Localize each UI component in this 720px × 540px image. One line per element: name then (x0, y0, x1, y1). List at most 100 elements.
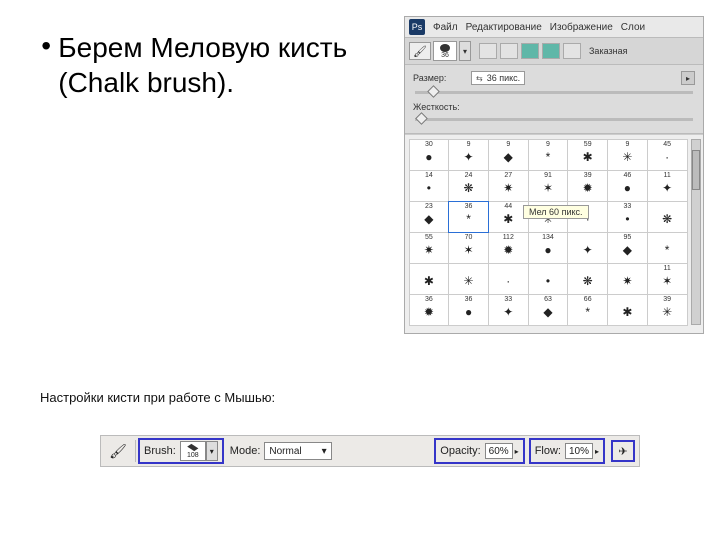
brush-cell[interactable]: 36✹ (409, 294, 450, 326)
flow-field[interactable]: 10% (565, 443, 593, 459)
opacity-field[interactable]: 60% (485, 443, 513, 459)
brush-cell[interactable]: ✷ (607, 263, 648, 295)
opacity-label: Opacity: (440, 445, 480, 457)
opacity-group[interactable]: Opacity: 60% ▸ (434, 438, 524, 464)
brush-cell[interactable]: 9✳ (607, 139, 648, 171)
brush-cell-shape-icon: • (539, 273, 557, 289)
size-slider-knob[interactable] (427, 85, 440, 98)
menu-image[interactable]: Изображение (550, 22, 613, 33)
opacity-arrow-icon[interactable]: ▸ (515, 447, 519, 456)
brush-cell[interactable]: ✱ (409, 263, 450, 295)
brush-cell-shape-icon: ● (460, 304, 478, 320)
scrollbar[interactable] (691, 139, 701, 325)
brush-cell[interactable]: 39✹ (567, 170, 608, 202)
brush-cell[interactable]: 9✦ (448, 139, 489, 171)
brush-cell[interactable]: 36* (448, 201, 489, 233)
brush-thumb[interactable]: 108 (180, 441, 206, 461)
settings-caption: Настройки кисти при работе с Мышью: (40, 390, 275, 405)
brush-cell-number: 44 (504, 202, 512, 211)
airbrush-toggle-icon[interactable]: ✈ (611, 440, 635, 462)
brush-cell[interactable]: 63◆ (528, 294, 569, 326)
menubar: Ps Файл Редактирование Изображение Слои (405, 17, 703, 38)
brush-cell-shape-icon: ✦ (460, 149, 478, 165)
brush-cell[interactable]: ✦ (567, 232, 608, 264)
brush-preset-thumb[interactable]: 36 (433, 41, 457, 61)
panel-menu-icon[interactable]: ▸ (681, 71, 695, 85)
brush-cell-shape-icon: ❋ (579, 273, 597, 289)
brush-cell[interactable]: 11✦ (647, 170, 688, 202)
flow-group[interactable]: Flow: 10% ▸ (529, 438, 605, 464)
brush-cell[interactable]: 24❋ (448, 170, 489, 202)
brush-cell[interactable]: 39✳ (647, 294, 688, 326)
brush-cell[interactable]: 45· (647, 139, 688, 171)
menu-file[interactable]: Файл (433, 22, 458, 33)
brush-cell[interactable]: 14• (409, 170, 450, 202)
brush-cell-shape-icon: ● (618, 180, 636, 196)
brush-preset-size: 36 (441, 52, 449, 59)
brush-cell-number: 9 (467, 140, 471, 149)
scroll-thumb[interactable] (692, 150, 700, 190)
brush-cell[interactable]: 70✶ (448, 232, 489, 264)
brush-cell-number: 24 (465, 171, 473, 180)
brush-cell-shape-icon: ✹ (579, 180, 597, 196)
hardness-slider-knob[interactable] (415, 112, 428, 125)
brush-cell-shape-icon: • (420, 180, 438, 196)
brush-cell-shape-icon: ✶ (658, 273, 676, 289)
flow-arrow-icon[interactable]: ▸ (595, 447, 599, 456)
brush-cell[interactable]: 134● (528, 232, 569, 264)
size-field[interactable]: ⇆ 36 пикс. (471, 71, 525, 85)
brush-cell-shape-icon: ✶ (460, 242, 478, 258)
brush-cell[interactable]: 112✹ (488, 232, 529, 264)
brush-cell[interactable]: 46● (607, 170, 648, 202)
toolbar-icon-4[interactable] (542, 43, 560, 59)
menu-layers[interactable]: Слои (621, 22, 645, 33)
brush-cell-number: 91 (544, 171, 552, 180)
brush-cell[interactable]: 30● (409, 139, 450, 171)
brush-cell[interactable]: ✳ (448, 263, 489, 295)
brush-cell-shape-icon: • (618, 211, 636, 227)
brush-cell-number: 23 (425, 202, 433, 211)
brush-cell[interactable]: 91✶ (528, 170, 569, 202)
brush-cell[interactable]: 33✦ (488, 294, 529, 326)
brush-cell[interactable]: 33• (607, 201, 648, 233)
brush-cell[interactable]: ❋ (647, 201, 688, 233)
brush-cell[interactable]: 36● (448, 294, 489, 326)
brush-cell[interactable]: 27✷ (488, 170, 529, 202)
mode-select[interactable]: Normal ▾ (264, 442, 331, 460)
brush-cell-shape-icon: ◆ (539, 304, 557, 320)
brush-cell-shape-icon: * (579, 304, 597, 320)
menu-edit[interactable]: Редактирование (466, 22, 542, 33)
brush-cell-shape-icon: ✱ (618, 304, 636, 320)
brush-cell[interactable]: 9* (528, 139, 569, 171)
brush-cell[interactable]: * (647, 232, 688, 264)
brush-cell[interactable]: 11✶ (647, 263, 688, 295)
brush-cell[interactable]: ❋ (567, 263, 608, 295)
brush-cell[interactable]: 95◆ (607, 232, 648, 264)
brush-cell[interactable]: • (528, 263, 569, 295)
brush-cell-number: 63 (544, 295, 552, 304)
brush-cell-number: 39 (584, 171, 592, 180)
brush-cell[interactable]: 55✷ (409, 232, 450, 264)
opacity-value: 60% (489, 446, 509, 457)
toolbar-icon-2[interactable] (500, 43, 518, 59)
brush-tool-icon[interactable]: 🖌 (409, 42, 431, 60)
brush-dropdown-icon[interactable]: ▾ (206, 441, 218, 461)
brush-cell[interactable]: 66* (567, 294, 608, 326)
brush-cell-shape-icon: ✳ (618, 149, 636, 165)
toolbar-icon-1[interactable] (479, 43, 497, 59)
brush-preset-group[interactable]: Brush: 108 ▾ (138, 438, 224, 464)
hardness-slider[interactable] (415, 118, 693, 121)
brush-tool-icon[interactable]: 🖌 (105, 440, 131, 462)
brush-cell[interactable]: ✱ (607, 294, 648, 326)
brush-preset-dropdown-icon[interactable]: ▾ (459, 41, 471, 61)
toolbar-icon-5[interactable] (563, 43, 581, 59)
brush-cell-shape-icon: ◆ (420, 211, 438, 227)
brush-cell[interactable]: 59✱ (567, 139, 608, 171)
size-slider[interactable] (415, 91, 693, 94)
brush-cell[interactable]: 9◆ (488, 139, 529, 171)
brush-cell[interactable]: 23◆ (409, 201, 450, 233)
brush-label: Brush: (144, 445, 176, 457)
size-value: 36 пикс. (487, 73, 520, 83)
brush-cell[interactable]: · (488, 263, 529, 295)
toolbar-icon-3[interactable] (521, 43, 539, 59)
